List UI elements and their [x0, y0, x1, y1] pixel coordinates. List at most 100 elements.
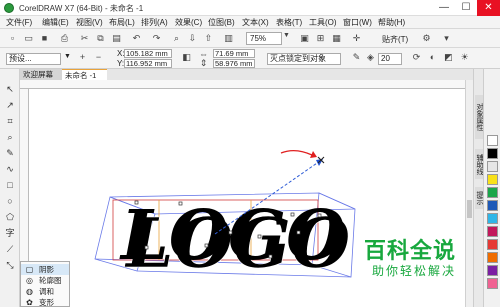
- close-button[interactable]: ✕: [477, 0, 500, 16]
- menu-effects[interactable]: 效果(C): [175, 17, 202, 28]
- swatch-black[interactable]: [487, 148, 498, 159]
- new-document-icon[interactable]: ▫: [6, 32, 19, 45]
- guidelines-icon[interactable]: ✛: [350, 32, 363, 45]
- swatch-purple[interactable]: [487, 265, 498, 276]
- copy-icon[interactable]: ⧉: [94, 32, 107, 45]
- menu-file[interactable]: 文件(F): [6, 17, 32, 28]
- save-icon[interactable]: ■: [38, 32, 51, 45]
- artistic-media-icon[interactable]: ∿: [4, 163, 16, 175]
- swatch-gray[interactable]: [487, 161, 498, 172]
- scrollbar-thumb[interactable]: [467, 200, 472, 218]
- add-preset-icon[interactable]: +: [76, 51, 89, 64]
- watermark-title: 百科全说: [364, 238, 457, 263]
- chevron-down-icon[interactable]: ▼: [283, 32, 290, 39]
- menu-tools[interactable]: 工具(O): [309, 17, 337, 28]
- standard-toolbar: ▫ ▭ ■ ⎙ ✂ ⧉ ▤ ↶ ↷ ⌕ ⇩ ⇧ ▥ 75% ▼ ▣ ⊞ ▦ ✛ …: [0, 29, 500, 48]
- x-position-input[interactable]: 105.182 mm: [124, 49, 172, 58]
- swatch-orange[interactable]: [487, 252, 498, 263]
- remove-preset-icon[interactable]: −: [92, 51, 105, 64]
- flyout-item-blend[interactable]: ◍ 调和: [21, 286, 69, 297]
- depth-y-input[interactable]: 58.976 mm: [213, 59, 255, 68]
- menu-bitmaps[interactable]: 位图(B): [208, 17, 235, 28]
- parallel-dimension-icon[interactable]: ⟋: [4, 243, 16, 255]
- menu-layout[interactable]: 布局(L): [109, 17, 135, 28]
- docker-tab-guidelines[interactable]: 辅助线: [475, 149, 483, 179]
- swatch-pink[interactable]: [487, 278, 498, 289]
- flyout-item-shadow[interactable]: ▢ 阴影: [21, 264, 69, 275]
- minimize-button[interactable]: —: [433, 0, 455, 16]
- depth-x-input[interactable]: 71.69 mm: [213, 49, 255, 58]
- freehand-tool-icon[interactable]: ✎: [4, 147, 16, 159]
- window-title: CorelDRAW X7 (64-Bit) - 未命名 -1: [19, 4, 144, 13]
- tab-untitled-document[interactable]: 未命名 -1: [62, 69, 107, 80]
- copy-vanishing-point-icon[interactable]: ✎: [350, 51, 363, 64]
- print-icon[interactable]: ⎙: [58, 32, 71, 45]
- bevel-icon[interactable]: ◩: [442, 51, 455, 64]
- import-icon[interactable]: ⇩: [186, 32, 199, 45]
- depth-input[interactable]: 20: [378, 53, 402, 65]
- redo-icon[interactable]: ↷: [150, 32, 163, 45]
- rotation-icon[interactable]: ⟳: [410, 51, 423, 64]
- preset-dropdown[interactable]: 预设...: [6, 53, 61, 65]
- rulers-icon[interactable]: ⊞: [314, 32, 327, 45]
- vanishing-point-lock-dropdown[interactable]: 灭点锁定到对象: [267, 53, 341, 65]
- vanishing-point-arrow[interactable]: [316, 159, 323, 166]
- polygon-tool-icon[interactable]: ⬠: [4, 211, 16, 223]
- maximize-button[interactable]: ☐: [455, 0, 477, 16]
- color-palette: [483, 69, 500, 307]
- undo-icon[interactable]: ↶: [130, 32, 143, 45]
- pdf-icon[interactable]: ▥: [222, 32, 235, 45]
- ellipse-tool-icon[interactable]: ○: [4, 195, 16, 207]
- export-icon[interactable]: ⇧: [202, 32, 215, 45]
- flyout-item-contour[interactable]: ◎ 轮廓图: [21, 275, 69, 286]
- vertical-scrollbar[interactable]: [465, 80, 473, 307]
- menu-view[interactable]: 视图(V): [76, 17, 103, 28]
- open-folder-icon[interactable]: ▭: [22, 32, 35, 45]
- docker-tab-object-properties[interactable]: 对象属性: [475, 95, 483, 139]
- menu-help[interactable]: 帮助(H): [378, 17, 405, 28]
- y-position-input[interactable]: 116.952 mm: [124, 59, 172, 68]
- chevron-down-icon[interactable]: ▼: [64, 53, 71, 60]
- zoom-level-field[interactable]: 75%: [246, 32, 282, 45]
- menu-bar: 文件(F) 编辑(E) 视图(V) 布局(L) 排列(A) 效果(C) 位图(B…: [0, 16, 500, 29]
- swatch-yellow[interactable]: [487, 174, 498, 185]
- options-gear-icon[interactable]: ⚙: [420, 32, 433, 45]
- menu-arrange[interactable]: 排列(A): [141, 17, 168, 28]
- depth-icon: ◈: [367, 52, 374, 62]
- cut-icon[interactable]: ✂: [78, 32, 91, 45]
- lighting-icon[interactable]: ☀: [458, 51, 471, 64]
- extrusion-type-icon[interactable]: ◧: [180, 51, 193, 64]
- swatch-blue[interactable]: [487, 200, 498, 211]
- grid-icon[interactable]: ▦: [330, 32, 343, 45]
- coreldraw-logo-icon: [4, 3, 14, 13]
- color-icon[interactable]: ◐: [426, 51, 439, 64]
- connector-tool-icon[interactable]: ⤡: [4, 259, 16, 271]
- menu-edit[interactable]: 编辑(E): [42, 17, 69, 28]
- crop-tool-icon[interactable]: ⌗: [4, 115, 16, 127]
- paste-icon[interactable]: ▤: [110, 32, 123, 45]
- swatch-green[interactable]: [487, 187, 498, 198]
- menu-window[interactable]: 窗口(W): [343, 17, 372, 28]
- flyout-item-distort[interactable]: ✿ 变形: [21, 297, 69, 307]
- text-tool-icon[interactable]: 字: [4, 227, 16, 239]
- search-content-icon[interactable]: ⌕: [170, 32, 183, 45]
- full-screen-icon[interactable]: ▣: [298, 32, 311, 45]
- swatch-magenta[interactable]: [487, 226, 498, 237]
- menu-table[interactable]: 表格(T): [276, 17, 302, 28]
- tab-welcome-screen[interactable]: 欢迎屏幕: [20, 69, 62, 80]
- pick-tool-icon[interactable]: ↖: [4, 83, 16, 95]
- zoom-tool-icon[interactable]: ⌕: [4, 131, 16, 143]
- menu-text[interactable]: 文本(X): [242, 17, 269, 28]
- contour-icon: ◎: [26, 276, 33, 285]
- shape-tool-icon[interactable]: ↗: [4, 99, 16, 111]
- launcher-icon[interactable]: ▾: [440, 32, 453, 45]
- logo-extrusion: LOGO LOGO: [119, 196, 351, 284]
- snap-to-dropdown[interactable]: 贴齐(T): [382, 34, 408, 45]
- toolbox: ↖ ↗ ⌗ ⌕ ✎ ∿ □ ○ ⬠ 字 ⟋ ⤡: [0, 69, 20, 307]
- horizontal-ruler[interactable]: [20, 80, 472, 89]
- swatch-cyan[interactable]: [487, 213, 498, 224]
- swatch-white[interactable]: [487, 135, 498, 146]
- rectangle-tool-icon[interactable]: □: [4, 179, 16, 191]
- docker-tab-hints[interactable]: 提示: [475, 187, 483, 209]
- swatch-red[interactable]: [487, 239, 498, 250]
